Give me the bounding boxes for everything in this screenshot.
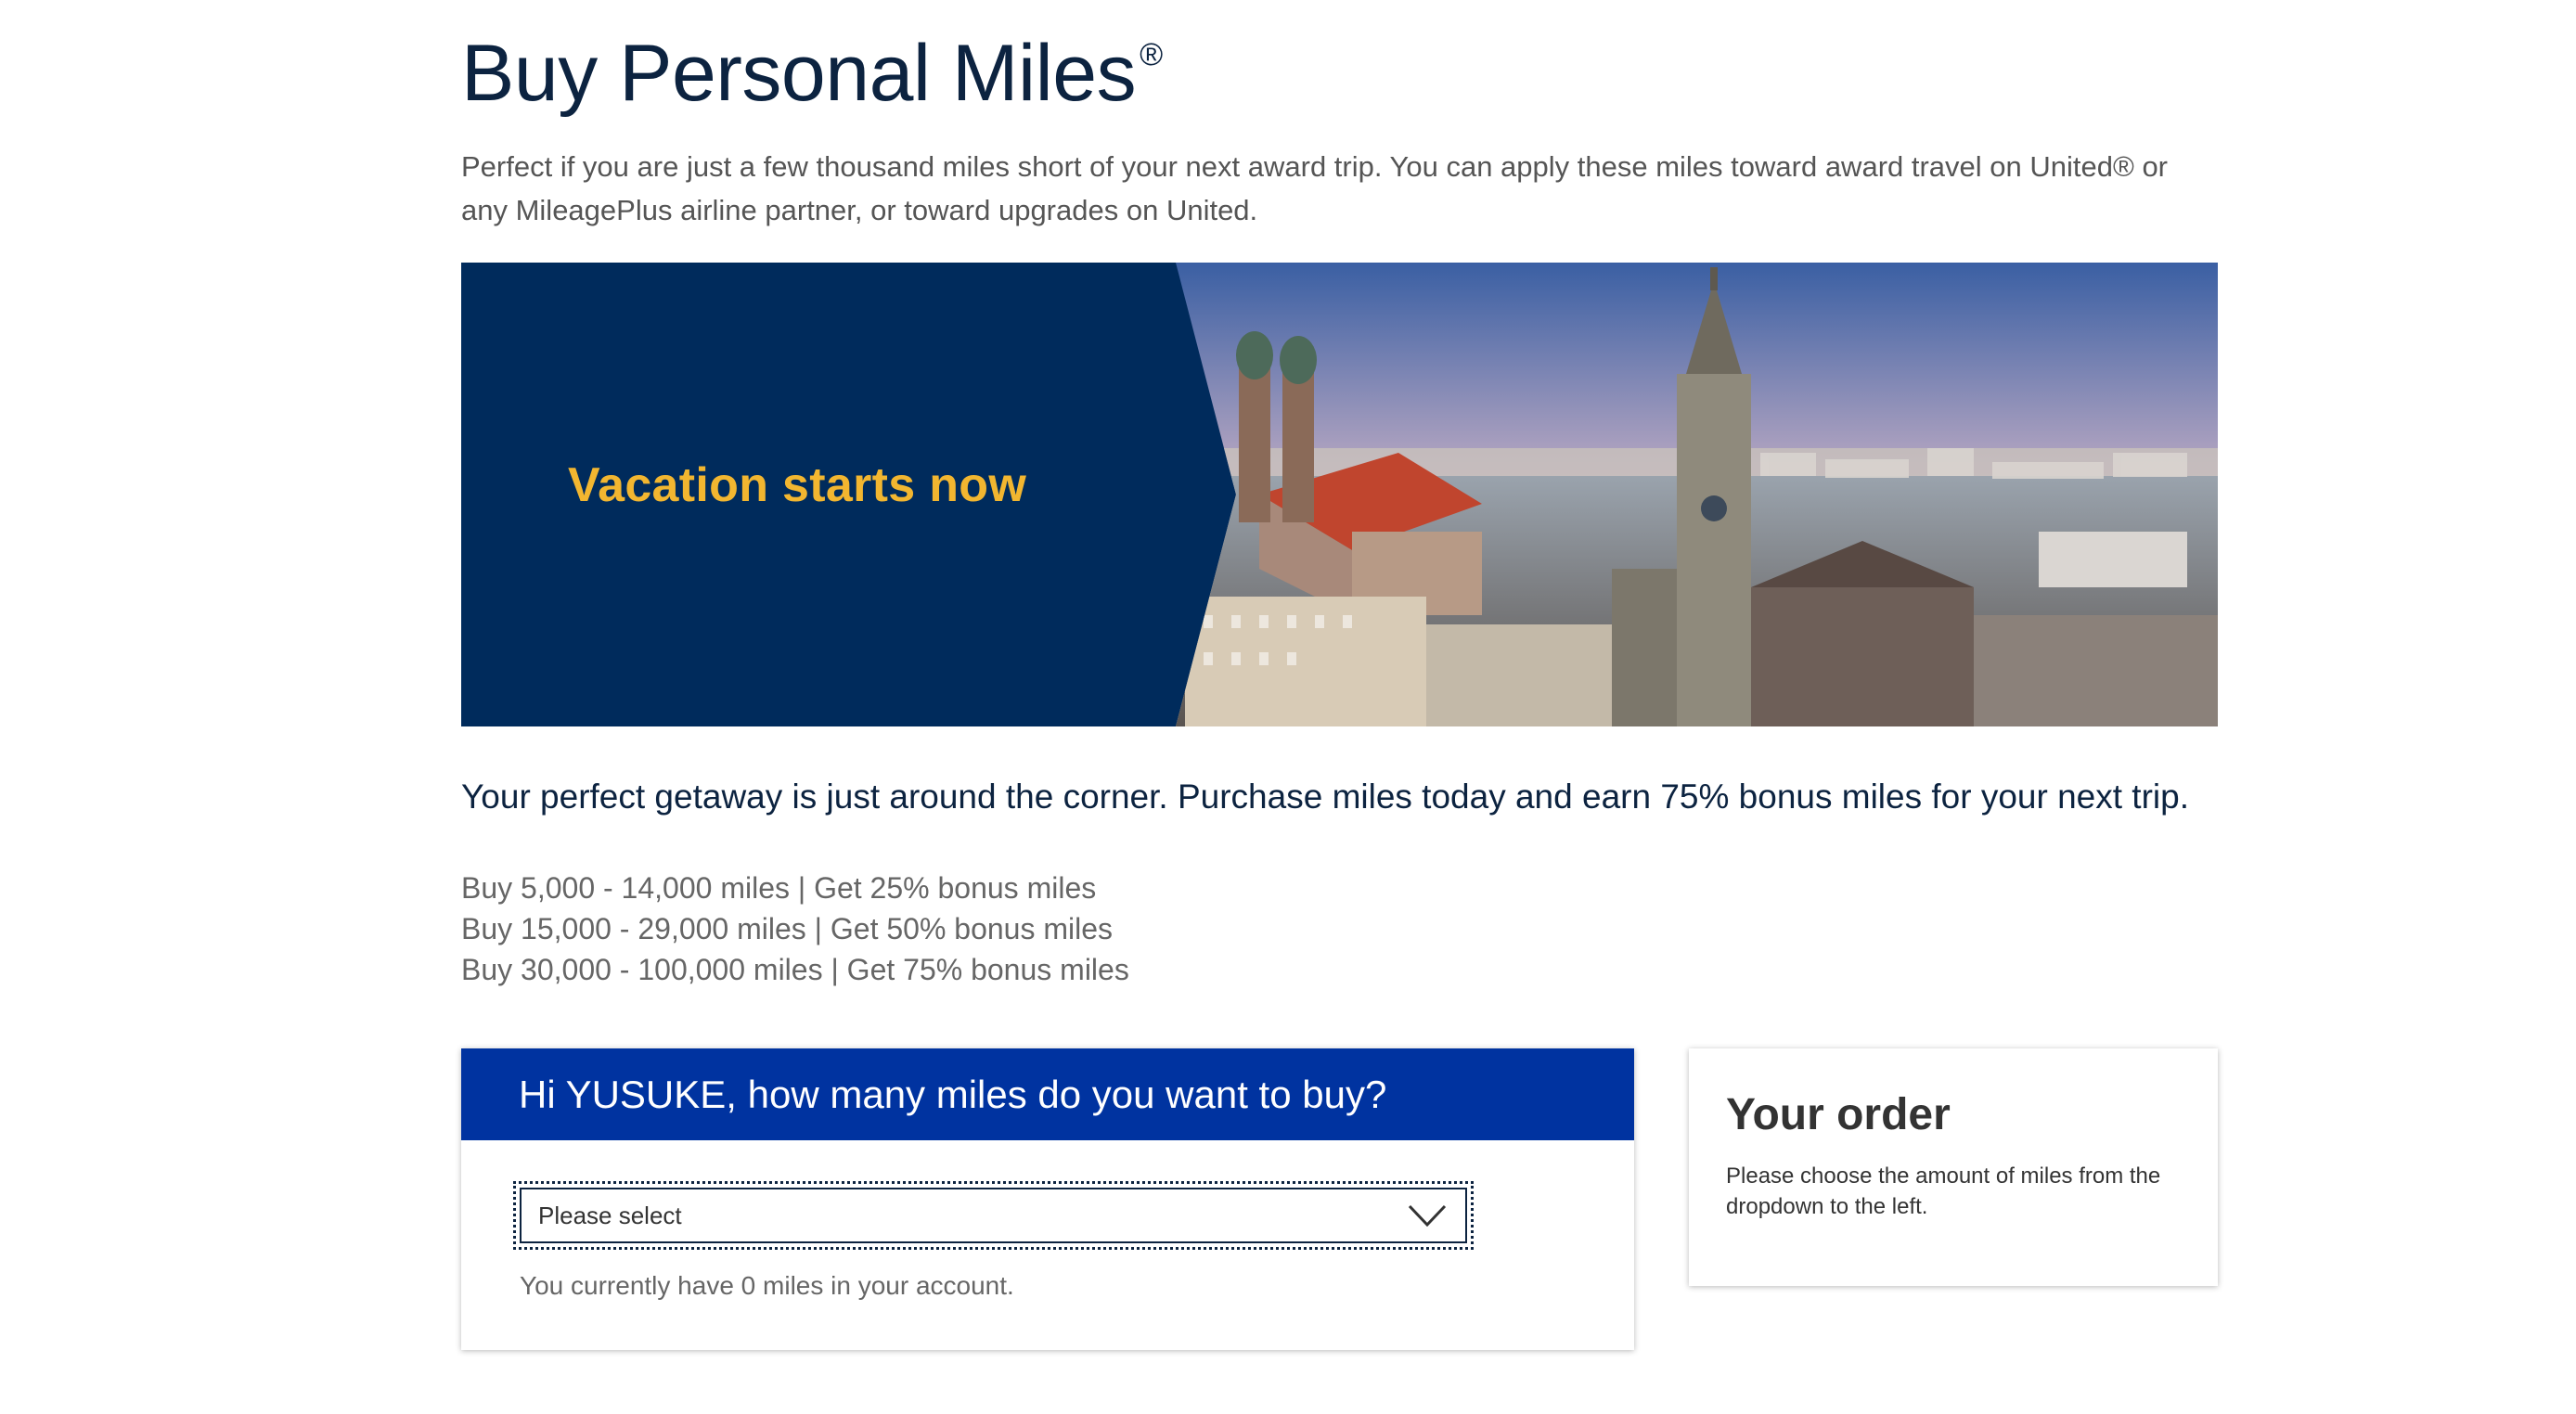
miles-amount-dropdown[interactable]: Please select [513,1181,1474,1250]
bonus-tier-item: Buy 30,000 - 100,000 miles | Get 75% bon… [461,953,1129,986]
page-title: Buy Personal Miles ® [461,28,1163,120]
bonus-tier-list: Buy 5,000 - 14,000 miles | Get 25% bonus… [461,868,1129,990]
page-title-text: Buy Personal Miles [461,29,1137,118]
miles-balance-text: You currently have 0 miles in your accou… [520,1271,1014,1300]
registered-mark: ® [1140,37,1163,73]
bonus-tier-item: Buy 5,000 - 14,000 miles | Get 25% bonus… [461,871,1097,905]
promo-text: Your perfect getaway is just around the … [461,778,2189,816]
promo-banner: Vacation starts now [461,263,2218,726]
order-title: Your order [1726,1090,1951,1139]
bonus-tier-item: Buy 15,000 - 29,000 miles | Get 50% bonu… [461,912,1114,945]
banner-headline: Vacation starts now [568,458,1027,512]
buy-panel-header: Hi YUSUKE, how many miles do you want to… [461,1048,1634,1140]
buy-miles-panel: Hi YUSUKE, how many miles do you want to… [461,1048,1634,1350]
chevron-down-icon [1408,1204,1447,1227]
order-summary-panel: Your order Please choose the amount of m… [1689,1048,2218,1286]
order-instructions: Please choose the amount of miles from t… [1726,1163,2161,1219]
intro-text: Perfect if you are just a few thousand m… [461,150,2169,226]
dropdown-selected-value: Please select [538,1201,682,1229]
